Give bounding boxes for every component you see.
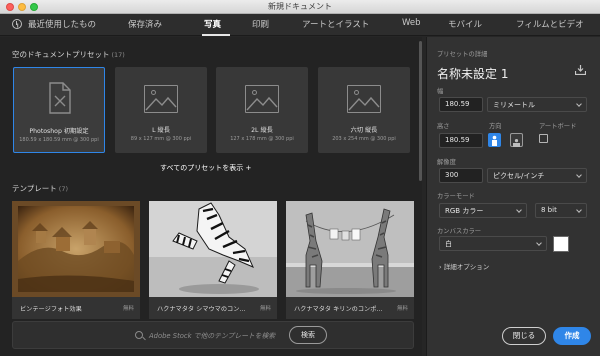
title-bar: 新規ドキュメント bbox=[0, 0, 600, 14]
image-icon bbox=[144, 85, 178, 113]
portrait-orientation-button[interactable] bbox=[488, 133, 501, 147]
preset-scrollbar[interactable] bbox=[419, 41, 422, 181]
preset-details-heading: プリセットの詳細 bbox=[437, 51, 488, 58]
new-document-dialog: 新規ドキュメント 最近使用したもの 保存済み 写真 印刷 アートとイラスト We… bbox=[0, 0, 600, 356]
preset-name: Photoshop 初期設定 bbox=[29, 128, 89, 135]
document-name-field[interactable]: 名称未設定 1 bbox=[437, 65, 508, 82]
template-name: ハクナマタタ シマウマのコン... bbox=[157, 306, 246, 313]
template-name: ハクナマタタ キリンのコンポ... bbox=[294, 306, 383, 313]
document-icon bbox=[49, 82, 71, 114]
color-mode-value: RGB カラー bbox=[445, 207, 484, 215]
chevron-down-icon bbox=[576, 172, 582, 178]
color-mode-select[interactable]: RGB カラー bbox=[439, 203, 527, 218]
save-preset-icon[interactable] bbox=[575, 65, 586, 75]
templates-title: テンプレート bbox=[12, 184, 57, 193]
tab-art-illustration[interactable]: アートとイラスト bbox=[302, 18, 369, 30]
preset-name: L 縦長 bbox=[152, 127, 170, 134]
blank-presets-heading: 空のドキュメントプリセット (17) bbox=[12, 49, 125, 60]
image-icon bbox=[245, 85, 279, 113]
category-tabs: 最近使用したもの 保存済み 写真 印刷 アートとイラスト Web モバイル フィ… bbox=[0, 14, 600, 36]
landscape-orientation-button[interactable] bbox=[510, 133, 523, 147]
advanced-options-toggle[interactable]: › 詳細オプション bbox=[439, 261, 489, 271]
landscape-icon bbox=[513, 139, 520, 147]
templates-heading: テンプレート (7) bbox=[12, 183, 68, 194]
free-badge: 無料 bbox=[396, 306, 408, 312]
chevron-right-icon: › bbox=[439, 263, 442, 271]
resolution-unit-value: ピクセル/インチ bbox=[493, 172, 545, 180]
template-thumbnail-vintage[interactable] bbox=[12, 201, 140, 297]
chevron-down-icon bbox=[576, 101, 582, 107]
height-label: 高さ bbox=[437, 123, 450, 130]
canvas-color-swatch[interactable] bbox=[553, 236, 569, 252]
tab-film-video[interactable]: フィルムとビデオ bbox=[516, 18, 584, 30]
artboard-checkbox[interactable] bbox=[539, 134, 548, 143]
tab-web[interactable]: Web bbox=[402, 18, 421, 28]
bit-depth-value: 8 bit bbox=[541, 206, 557, 214]
template-card-giraffe[interactable]: ハクナマタタ キリンのコンポ... 無料 bbox=[286, 297, 414, 319]
template-card-zebra[interactable]: ハクナマタタ シマウマのコン... 無料 bbox=[149, 297, 277, 319]
resolution-unit-select[interactable]: ピクセル/インチ bbox=[487, 168, 587, 183]
stock-search-input[interactable]: Adobe Stock で他のテンプレートを検索 bbox=[149, 330, 275, 340]
advanced-options-label: 詳細オプション bbox=[443, 263, 490, 271]
templates-count: (7) bbox=[58, 185, 68, 193]
preset-name: 六切 縦長 bbox=[350, 127, 378, 134]
template-thumbnail-zebra[interactable] bbox=[149, 201, 277, 297]
width-unit-value: ミリメートル bbox=[493, 101, 535, 109]
tab-recent[interactable]: 最近使用したもの bbox=[28, 18, 96, 30]
template-card-vintage[interactable]: ビンテージフォト効果 無料 bbox=[12, 297, 140, 319]
close-button[interactable]: 閉じる bbox=[502, 327, 546, 345]
canvas-color-value: 白 bbox=[445, 240, 452, 248]
free-badge: 無料 bbox=[259, 306, 271, 312]
template-name: ビンテージフォト効果 bbox=[20, 306, 82, 313]
preset-card-l-portrait[interactable]: L 縦長 89 x 127 mm @ 300 ppi bbox=[115, 67, 207, 153]
chevron-down-icon bbox=[576, 207, 582, 213]
create-button[interactable]: 作成 bbox=[553, 327, 591, 345]
height-field[interactable]: 180.59 bbox=[439, 133, 483, 148]
canvas-color-label: カンバスカラー bbox=[437, 228, 482, 235]
active-tab-indicator bbox=[202, 34, 230, 36]
preset-size: 203 x 254 mm @ 300 ppi bbox=[332, 136, 396, 142]
tab-mobile[interactable]: モバイル bbox=[448, 18, 482, 30]
clock-icon bbox=[12, 19, 22, 29]
width-label: 幅 bbox=[437, 88, 444, 95]
preset-size: 180.59 x 180.59 mm @ 300 ppi bbox=[19, 137, 99, 143]
window-title: 新規ドキュメント bbox=[268, 2, 332, 11]
chevron-down-icon bbox=[516, 207, 522, 213]
template-thumbnail-giraffe[interactable] bbox=[286, 201, 414, 297]
orientation-label: 方向 bbox=[489, 123, 502, 130]
stock-search-bar: Adobe Stock で他のテンプレートを検索 検索 bbox=[12, 321, 414, 349]
preset-card-rokugiri-portrait[interactable]: 六切 縦長 203 x 254 mm @ 300 ppi bbox=[318, 67, 410, 153]
search-button[interactable]: 検索 bbox=[289, 326, 327, 344]
preset-size: 127 x 178 mm @ 300 ppi bbox=[230, 136, 294, 142]
chevron-down-icon bbox=[536, 240, 542, 246]
preset-size: 89 x 127 mm @ 300 ppi bbox=[130, 136, 192, 142]
preset-name: 2L 縦長 bbox=[251, 127, 273, 134]
portrait-icon bbox=[492, 135, 497, 146]
resolution-field[interactable]: 300 bbox=[439, 168, 483, 183]
artboard-label: アートボード bbox=[539, 123, 577, 130]
show-all-presets-link[interactable]: すべてのプリセットを表示 + bbox=[160, 163, 251, 173]
image-icon bbox=[347, 85, 381, 113]
blank-presets-count: (17) bbox=[111, 51, 125, 59]
bit-depth-select[interactable]: 8 bit bbox=[535, 203, 587, 218]
preset-details-panel: プリセットの詳細 名称未設定 1 幅 180.59 ミリメートル 高さ 方向 ア… bbox=[426, 37, 600, 356]
tab-print[interactable]: 印刷 bbox=[252, 18, 269, 30]
preset-card-photoshop-default[interactable]: Photoshop 初期設定 180.59 x 180.59 mm @ 300 … bbox=[13, 67, 105, 153]
free-badge: 無料 bbox=[122, 306, 134, 312]
tab-photo[interactable]: 写真 bbox=[204, 18, 221, 30]
search-icon bbox=[135, 331, 143, 339]
width-field[interactable]: 180.59 bbox=[439, 97, 483, 112]
canvas-color-select[interactable]: 白 bbox=[439, 236, 547, 251]
tab-saved[interactable]: 保存済み bbox=[128, 18, 162, 30]
width-unit-select[interactable]: ミリメートル bbox=[487, 97, 587, 112]
preset-card-2l-portrait[interactable]: 2L 縦長 127 x 178 mm @ 300 ppi bbox=[216, 67, 308, 153]
color-mode-label: カラーモード bbox=[437, 193, 475, 200]
resolution-label: 解像度 bbox=[437, 159, 456, 166]
blank-presets-title: 空のドキュメントプリセット bbox=[12, 50, 110, 59]
preset-browser: 空のドキュメントプリセット (17) Photoshop 初期設定 180.59 … bbox=[0, 37, 422, 356]
